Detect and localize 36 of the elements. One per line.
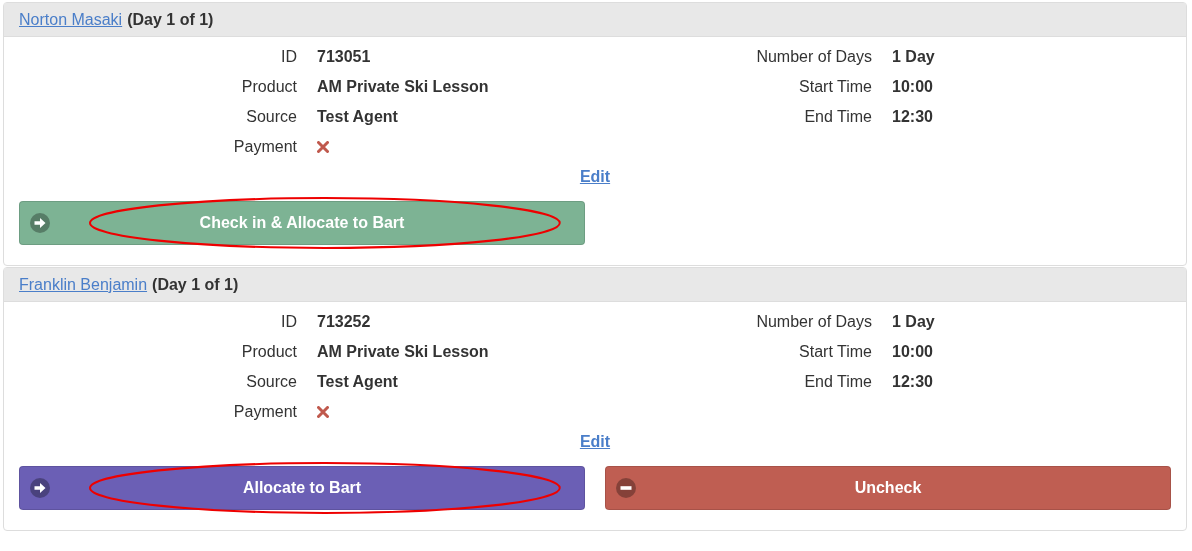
- field-label: End Time: [804, 108, 872, 126]
- arrow-right-icon: [30, 213, 50, 233]
- field-label: End Time: [804, 373, 872, 391]
- field-value: Test Agent: [317, 373, 398, 391]
- field-label: Payment: [233, 403, 297, 421]
- field-label: ID: [281, 48, 297, 66]
- field-label: Payment: [233, 138, 297, 156]
- edit-link[interactable]: Edit: [579, 168, 611, 186]
- edit-link[interactable]: Edit: [579, 433, 611, 451]
- field-value: Test Agent: [317, 108, 398, 126]
- field-value: 12:30: [892, 108, 933, 126]
- minus-icon: [616, 478, 636, 498]
- field-label: Source: [246, 108, 297, 126]
- field-label: Start Time: [799, 78, 872, 96]
- field-value: AM Private Ski Lesson: [317, 343, 489, 361]
- field-label: Start Time: [799, 343, 872, 361]
- action-button[interactable]: Uncheck: [605, 466, 1171, 510]
- field-value: 1 Day: [892, 48, 935, 66]
- day-count: (Day 1 of 1): [127, 10, 214, 29]
- field-label: ID: [281, 313, 297, 331]
- customer-name-link[interactable]: Norton Masaki: [19, 10, 123, 29]
- day-count: (Day 1 of 1): [152, 275, 239, 294]
- field-label: Product: [241, 343, 297, 361]
- field-value: 1 Day: [892, 313, 935, 331]
- field-label: Number of Days: [756, 48, 872, 66]
- field-label: Number of Days: [756, 313, 872, 331]
- customer-name-link[interactable]: Franklin Benjamin: [19, 275, 148, 294]
- field-value: AM Private Ski Lesson: [317, 78, 489, 96]
- arrow-right-icon: [30, 478, 50, 498]
- field-value: 12:30: [892, 373, 933, 391]
- field-value: 713252: [317, 313, 371, 331]
- field-value: 713051: [317, 48, 371, 66]
- field-value: 10:00: [892, 343, 933, 361]
- field-label: Product: [241, 78, 297, 96]
- field-label: Source: [246, 373, 297, 391]
- field-value: 10:00: [892, 78, 933, 96]
